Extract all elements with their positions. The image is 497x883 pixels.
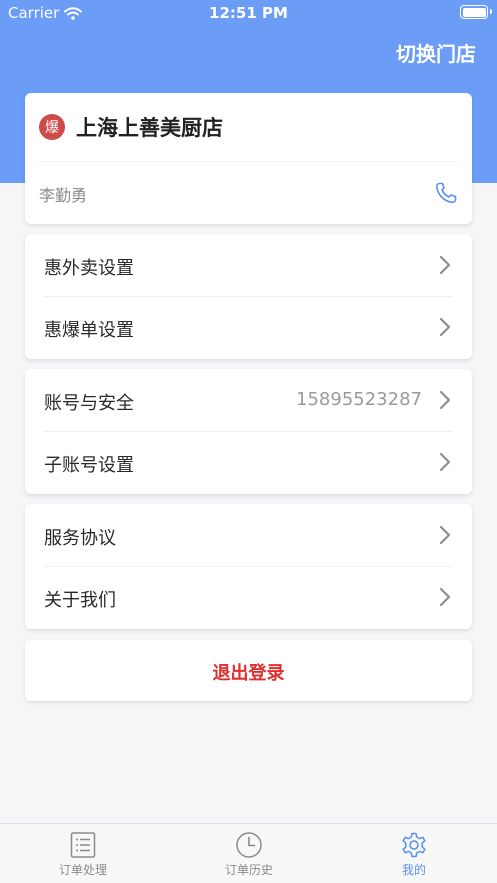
tab-label: 订单处理 <box>58 863 107 877</box>
menu-group-account: 账号与安全 15895523287 子账号设置 <box>25 369 472 494</box>
menu-item-label: 账号与安全 <box>44 393 134 414</box>
menu-item-label: 服务协议 <box>44 528 116 549</box>
chevron-right-icon <box>439 452 451 472</box>
menu-group-about: 服务协议 关于我们 <box>25 504 472 629</box>
menu-item-label: 子账号设置 <box>44 455 134 476</box>
store-card: 爆 上海上善美厨店 李勤勇 <box>25 93 472 224</box>
menu-item-takeout-settings[interactable]: 惠外卖设置 <box>25 234 472 297</box>
menu-item-about-us[interactable]: 关于我们 <box>25 566 472 629</box>
menu-item-service-agreement[interactable]: 服务协议 <box>25 504 472 567</box>
status-bar: Carrier 12:51 PM <box>0 0 497 26</box>
tab-order-history[interactable]: 订单历史 <box>199 824 299 883</box>
tab-order-processing[interactable]: 订单处理 <box>33 824 133 883</box>
chevron-right-icon <box>439 317 451 337</box>
chevron-right-icon <box>439 255 451 275</box>
status-time: 12:51 PM <box>209 4 288 22</box>
account-phone-number: 15895523287 <box>296 389 422 410</box>
chevron-right-icon <box>439 390 451 410</box>
logout-button[interactable]: 退出登录 <box>25 640 472 701</box>
tab-mine[interactable]: 我的 <box>364 824 464 883</box>
chevron-right-icon <box>439 587 451 607</box>
menu-item-account-security[interactable]: 账号与安全 15895523287 <box>25 369 472 432</box>
tab-bar: 订单处理 订单历史 我的 <box>0 823 497 883</box>
phone-icon[interactable] <box>434 181 458 205</box>
menu-item-sub-account-settings[interactable]: 子账号设置 <box>25 431 472 494</box>
tab-label: 订单历史 <box>224 863 273 877</box>
store-badge: 爆 <box>39 114 65 140</box>
clock-icon <box>236 832 262 858</box>
menu-item-label: 惠爆单设置 <box>44 320 134 341</box>
menu-item-burst-order-settings[interactable]: 惠爆单设置 <box>25 296 472 359</box>
menu-group-takeout: 惠外卖设置 惠爆单设置 <box>25 234 472 359</box>
switch-store-button[interactable]: 切换门店 <box>396 38 476 67</box>
owner-name: 李勤勇 <box>39 186 88 205</box>
menu-item-label: 惠外卖设置 <box>44 258 134 279</box>
gear-icon <box>402 832 426 858</box>
divider <box>39 161 458 162</box>
list-icon <box>70 832 96 858</box>
menu-item-label: 关于我们 <box>44 590 116 611</box>
tab-label: 我的 <box>401 863 426 877</box>
battery-icon <box>460 5 492 19</box>
chevron-right-icon <box>439 525 451 545</box>
logout-label: 退出登录 <box>212 663 285 684</box>
store-name: 上海上善美厨店 <box>76 116 223 140</box>
